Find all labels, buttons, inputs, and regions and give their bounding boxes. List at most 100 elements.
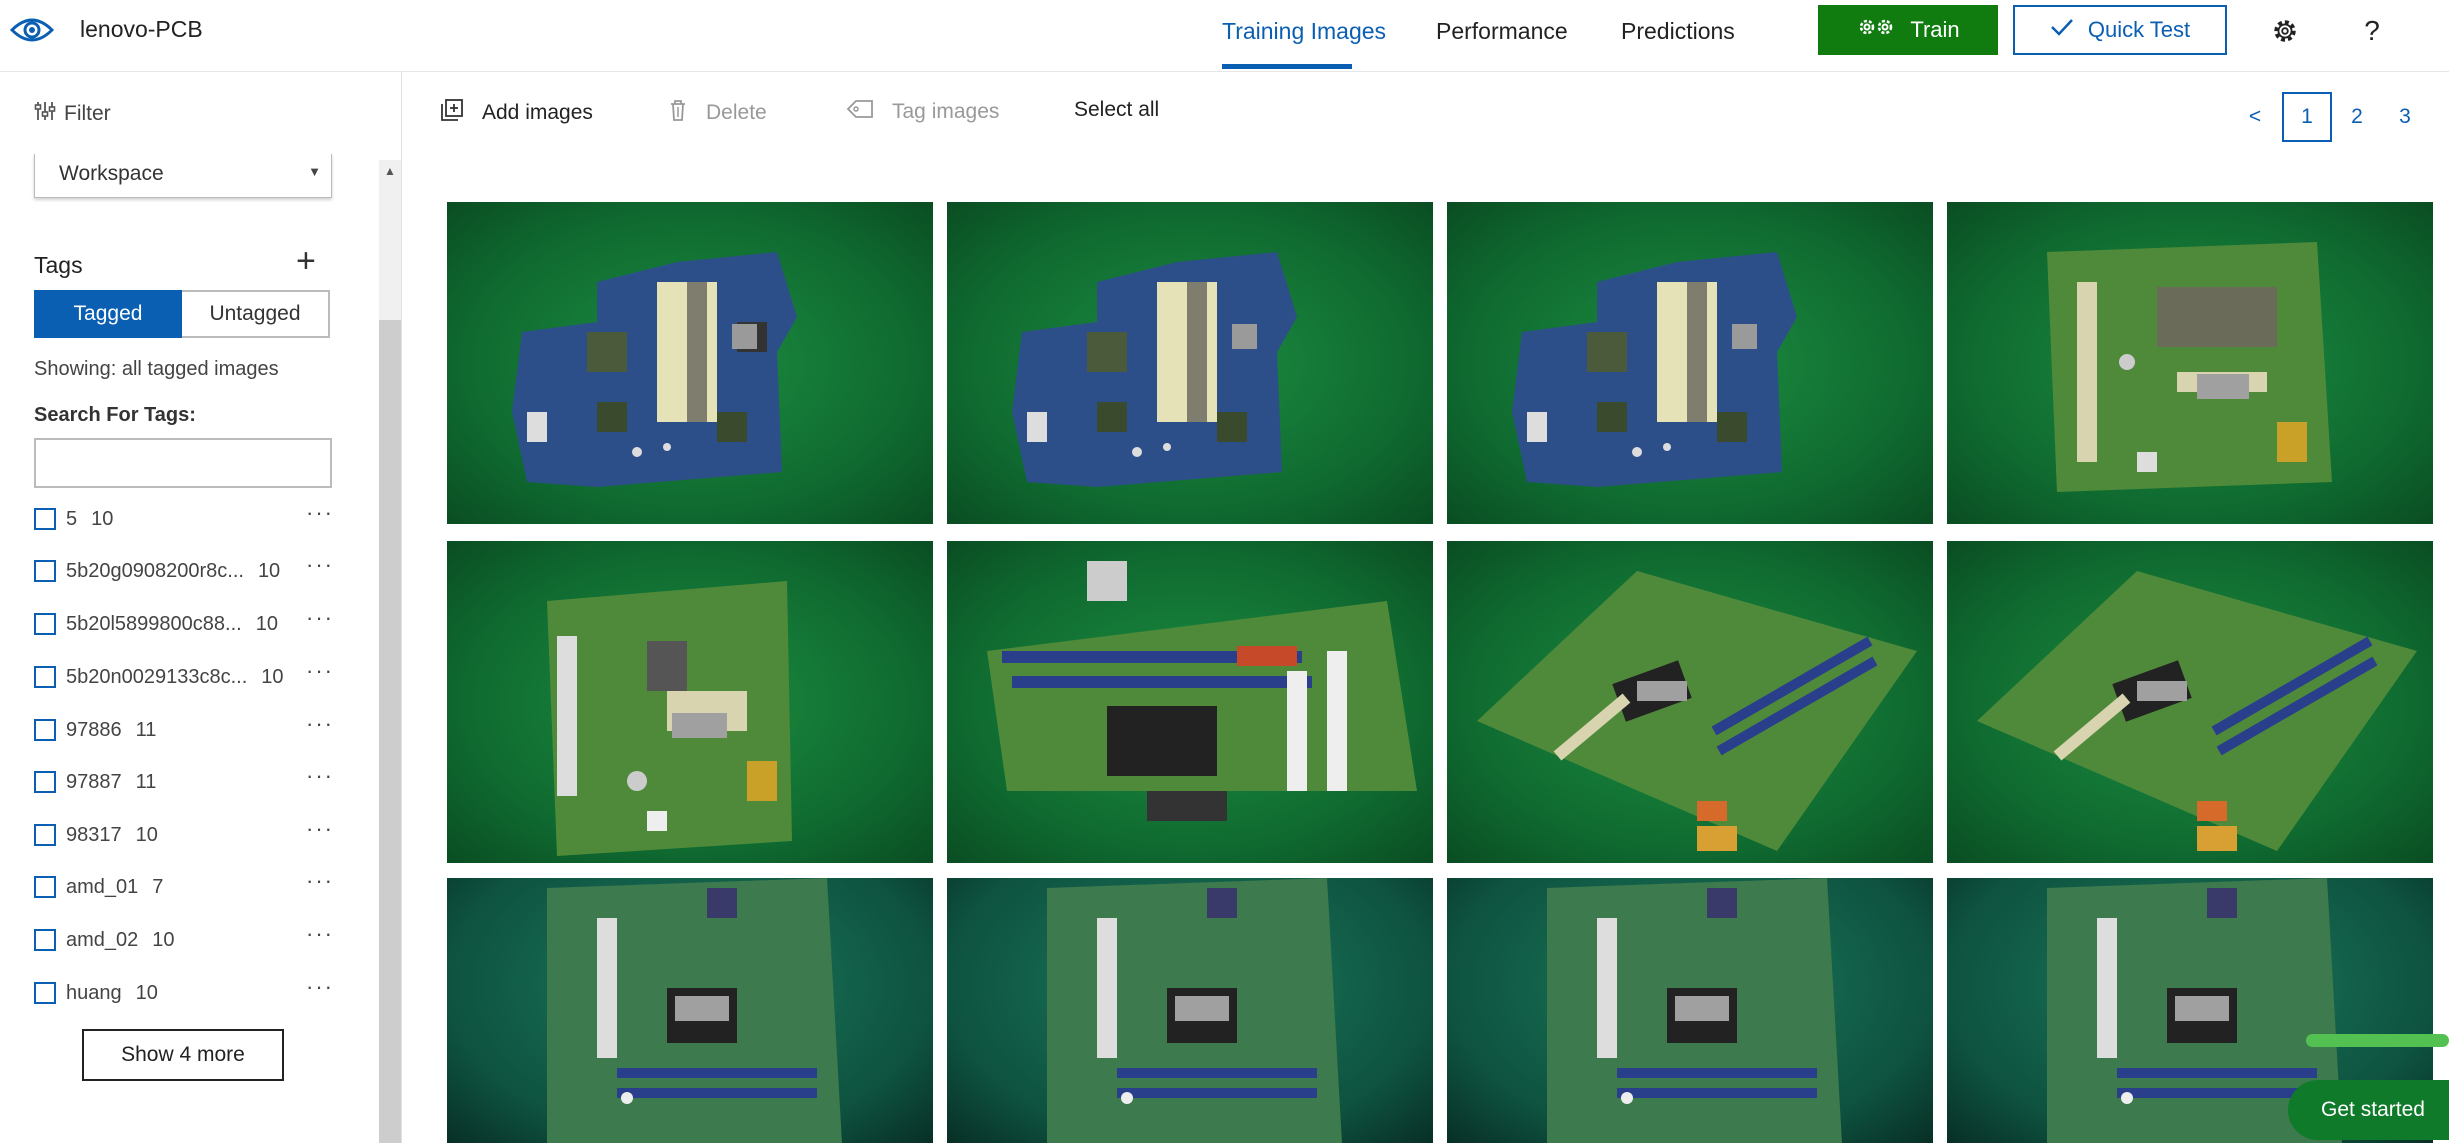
- image-thumbnail[interactable]: [1447, 541, 1933, 863]
- scrollbar-thumb[interactable]: [379, 320, 401, 1143]
- more-options-icon[interactable]: ···: [306, 552, 334, 578]
- desktop-pcb-angled-photo: [1977, 571, 2417, 851]
- train-button[interactable]: Train: [1818, 5, 1998, 55]
- tag-checkbox[interactable]: [34, 613, 56, 635]
- tag-checkbox[interactable]: [34, 508, 56, 530]
- more-options-icon[interactable]: ···: [306, 711, 334, 737]
- delete-button[interactable]: Delete: [668, 98, 767, 128]
- tag-checkbox[interactable]: [34, 824, 56, 846]
- scroll-up-arrow-icon[interactable]: ▲: [384, 164, 396, 178]
- image-thumbnail[interactable]: [947, 878, 1433, 1143]
- page-2-button[interactable]: 2: [2342, 92, 2372, 142]
- add-images-label: Add images: [482, 101, 593, 124]
- showing-status: Showing: all tagged images: [34, 358, 279, 380]
- active-tab-indicator: [1222, 64, 1352, 69]
- prev-page-button[interactable]: <: [2240, 92, 2270, 142]
- tag-count: 11: [135, 718, 157, 741]
- add-images-button[interactable]: Add images: [440, 98, 593, 128]
- tag-name: 98317: [66, 823, 122, 846]
- select-all-button[interactable]: Select all: [1074, 98, 1159, 122]
- tab-performance[interactable]: Performance: [1436, 18, 1568, 45]
- tag-list-item[interactable]: 5b20l5899800c88... 10 ···: [34, 605, 334, 639]
- gear-icon[interactable]: [2268, 14, 2302, 48]
- laptop-pcb-photo: [1512, 252, 1797, 487]
- more-options-icon[interactable]: ···: [306, 816, 334, 842]
- get-started-button[interactable]: Get started: [2288, 1080, 2449, 1140]
- desktop-pcb-photo: [547, 581, 792, 856]
- tag-count: 10: [135, 823, 158, 846]
- tag-checkbox[interactable]: [34, 560, 56, 582]
- tag-list-item[interactable]: huang 10 ···: [34, 974, 334, 1008]
- workspace-value: Workspace: [59, 162, 164, 185]
- tag-icon: [846, 98, 874, 126]
- tag-list-item[interactable]: amd_02 10 ···: [34, 921, 334, 955]
- more-options-icon[interactable]: ···: [306, 658, 334, 684]
- tag-checkbox[interactable]: [34, 929, 56, 951]
- train-label: Train: [1910, 17, 1960, 42]
- show-more-tags-button[interactable]: Show 4 more: [82, 1029, 284, 1081]
- add-tag-plus-icon[interactable]: +: [296, 244, 316, 278]
- tag-list-item[interactable]: 5b20n0029133c8c... 10 ···: [34, 658, 334, 692]
- tag-name: amd_01: [66, 875, 139, 898]
- tag-list-item[interactable]: 98317 10 ···: [34, 816, 334, 850]
- desktop-pcb-photo: [2047, 242, 2332, 492]
- image-thumbnail[interactable]: [1947, 202, 2433, 524]
- tag-count: 7: [152, 875, 164, 898]
- quick-test-label: Quick Test: [2087, 17, 2191, 42]
- tag-images-button[interactable]: Tag images: [846, 98, 999, 126]
- more-options-icon[interactable]: ···: [306, 868, 334, 894]
- image-thumbnail[interactable]: [447, 541, 933, 863]
- more-options-icon[interactable]: ···: [306, 763, 334, 789]
- image-thumbnail[interactable]: [447, 878, 933, 1143]
- tag-list-item[interactable]: amd_01 7 ···: [34, 868, 334, 902]
- filter-sliders-icon: [34, 100, 56, 128]
- tag-name: 97886: [66, 718, 122, 741]
- search-tags-input[interactable]: [34, 438, 332, 488]
- filter-toggle[interactable]: Filter: [34, 100, 111, 128]
- caret-down-icon: ▼: [308, 164, 321, 179]
- tagged-toggle[interactable]: Tagged: [34, 290, 182, 338]
- tag-checkbox[interactable]: [34, 876, 56, 898]
- tag-count: 10: [152, 928, 175, 951]
- more-options-icon[interactable]: ···: [306, 921, 334, 947]
- image-thumbnail[interactable]: [947, 202, 1433, 524]
- more-options-icon[interactable]: ···: [306, 500, 334, 526]
- more-options-icon[interactable]: ···: [306, 974, 334, 1000]
- image-thumbnail[interactable]: [447, 202, 933, 524]
- gears-icon: [1856, 16, 1896, 44]
- eye-logo-icon[interactable]: [9, 12, 55, 48]
- tag-count: 10: [135, 981, 158, 1004]
- image-thumbnail[interactable]: [1947, 541, 2433, 863]
- add-images-icon: [440, 98, 464, 128]
- tag-name: 5: [66, 507, 78, 530]
- tag-list-item[interactable]: 97886 11 ···: [34, 711, 334, 745]
- tag-checkbox[interactable]: [34, 666, 56, 688]
- image-thumbnail[interactable]: [947, 541, 1433, 863]
- page-3-button[interactable]: 3: [2390, 92, 2420, 142]
- tag-name: 5b20l5899800c88...: [66, 612, 242, 635]
- workspace-dropdown[interactable]: Workspace ▼: [34, 154, 332, 198]
- tab-predictions[interactable]: Predictions: [1621, 18, 1735, 45]
- image-thumbnail[interactable]: [1447, 878, 1933, 1143]
- desktop-pcb-teal-photo: [547, 878, 842, 1143]
- untagged-toggle[interactable]: Untagged: [182, 290, 330, 338]
- desktop-pcb-photo: [987, 561, 1417, 821]
- tag-list-item[interactable]: 97887 11 ···: [34, 763, 334, 797]
- tab-training-images[interactable]: Training Images: [1222, 18, 1386, 45]
- sidebar-scrollbar[interactable]: ▲: [379, 160, 401, 1143]
- trash-icon: [668, 98, 688, 128]
- tag-list-item[interactable]: 5 10 ···: [34, 500, 334, 534]
- tag-name: 5b20g0908200r8c...: [66, 559, 244, 582]
- tag-checkbox[interactable]: [34, 771, 56, 793]
- tag-images-label: Tag images: [892, 100, 1000, 123]
- tag-checkbox[interactable]: [34, 982, 56, 1004]
- page-1-button[interactable]: 1: [2282, 92, 2332, 142]
- quick-test-button[interactable]: Quick Test: [2013, 5, 2227, 55]
- tag-count: 10: [91, 507, 114, 530]
- tag-list-item[interactable]: 5b20g0908200r8c... 10 ···: [34, 552, 334, 586]
- help-icon[interactable]: ?: [2355, 14, 2389, 48]
- image-thumbnail[interactable]: [1447, 202, 1933, 524]
- more-options-icon[interactable]: ···: [306, 605, 334, 631]
- tags-heading: Tags: [34, 252, 83, 278]
- tag-checkbox[interactable]: [34, 719, 56, 741]
